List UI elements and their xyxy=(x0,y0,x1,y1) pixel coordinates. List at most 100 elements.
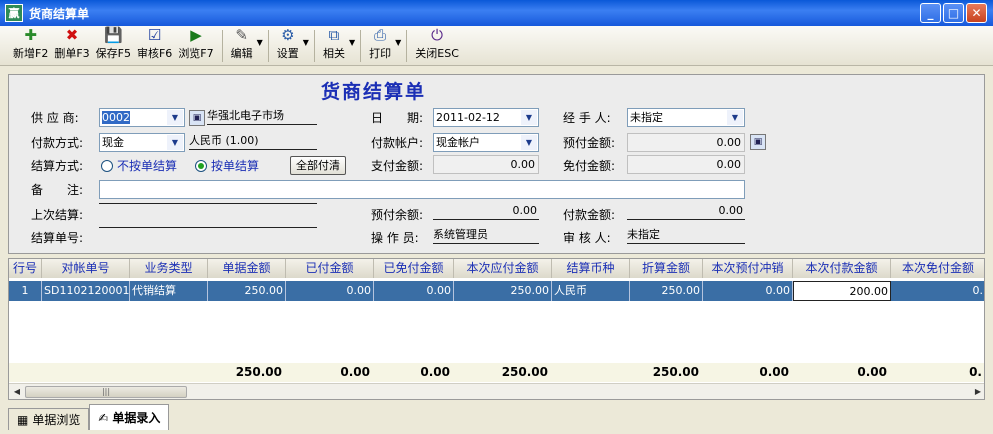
remark-input[interactable] xyxy=(99,180,745,199)
waived-field: 0.00 xyxy=(627,155,745,174)
column-header[interactable]: 已付金额 xyxy=(286,259,374,278)
bottom-tabs: ▦ 单据浏览 ✍ 单据录入 xyxy=(8,404,985,430)
handler-select[interactable]: 未指定 xyxy=(627,108,745,127)
delete-button[interactable]: ✖ 删单F3 xyxy=(51,27,92,65)
operator-label: 操 作 员: xyxy=(371,231,419,245)
browse-button[interactable]: ▶ 浏览F7 xyxy=(175,27,216,65)
edit-button[interactable]: ✎ 编辑 xyxy=(228,27,256,65)
supplier-label: 供 应 商: xyxy=(31,111,79,125)
settings-icon: ⚙ xyxy=(281,26,295,44)
edit-icon: ✎ xyxy=(235,26,248,44)
audit-button[interactable]: ☑ 审核F6 xyxy=(134,27,175,65)
column-header[interactable]: 本次免付金额 xyxy=(891,259,984,278)
date-select[interactable]: 2011-02-12 xyxy=(433,108,539,127)
table-row[interactable]: 1 SD1102120001 代销结算 250.00 0.00 0.00 250… xyxy=(9,281,984,301)
form-title: 货商结算单 xyxy=(321,81,427,103)
prepaid-balance-label: 预付余额: xyxy=(371,208,424,222)
close-window-button[interactable]: ✕ xyxy=(966,3,987,23)
operator-value: 系统管理员 xyxy=(433,227,539,244)
pay-all-button[interactable]: 全部付清 xyxy=(290,156,346,175)
paymethod-select[interactable]: 现金 xyxy=(99,133,185,152)
printer-icon: ⎙ xyxy=(374,26,387,44)
column-header[interactable]: 行号 xyxy=(9,259,42,278)
toolbar: ✚ 新增F2 ✖ 删单F3 💾 保存F5 ☑ 审核F6 ▶ 浏览F7 ✎ 编辑 ▼ ⚙ 设置 … xyxy=(0,26,993,66)
save-button[interactable]: 💾 保存F5 xyxy=(93,27,134,65)
last-settle-label: 上次结算: xyxy=(31,208,84,222)
column-header[interactable]: 折算金额 xyxy=(630,259,703,278)
form-panel: 货商结算单 供 应 商: 0002 ▣ 华强北电子市场 日 期: 2011-02… xyxy=(8,74,985,254)
scroll-thumb[interactable]: ||| xyxy=(25,386,187,398)
grid-icon: ▦ xyxy=(17,412,29,427)
column-header[interactable]: 业务类型 xyxy=(130,259,208,278)
supplier-name: 华强北电子市场 xyxy=(207,108,317,125)
auditor-value: 未指定 xyxy=(627,227,745,244)
browse-icon: ▶ xyxy=(190,26,202,44)
column-header[interactable]: 本次应付金额 xyxy=(454,259,552,278)
payment-amount-value: 0.00 xyxy=(627,203,745,220)
pen-icon: ✍ xyxy=(98,410,109,425)
column-header[interactable]: 单据金额 xyxy=(208,259,286,278)
delete-icon: ✖ xyxy=(65,26,79,44)
payaccount-select[interactable]: 现金帐户 xyxy=(433,133,539,152)
tab-entry[interactable]: ✍ 单据录入 xyxy=(89,404,170,430)
paid-amount-field: 0.00 xyxy=(433,155,539,174)
grid-header: 行号 对帐单号 业务类型 单据金额 已付金额 已免付金额 本次应付金额 结算币种… xyxy=(9,259,984,278)
toolbar-separator xyxy=(313,30,315,62)
waived-label: 免付金额: xyxy=(563,159,616,173)
toolbar-separator xyxy=(267,30,269,62)
save-icon: 💾 xyxy=(103,26,123,44)
settlement-grid: 行号 对帐单号 业务类型 单据金额 已付金额 已免付金额 本次应付金额 结算币种… xyxy=(8,258,985,400)
app-icon: 赢 xyxy=(5,4,23,22)
current-payment-cell-editor[interactable]: 200.00 xyxy=(793,281,891,301)
scroll-right-icon[interactable]: ▶ xyxy=(971,385,984,399)
date-label: 日 期: xyxy=(371,111,424,125)
payaccount-label: 付款帐户: xyxy=(371,136,424,150)
radio-by-doc[interactable]: 按单结算 xyxy=(195,157,259,174)
settings-button[interactable]: ⚙ 设置 xyxy=(274,27,302,65)
scroll-left-icon[interactable]: ◀ xyxy=(10,385,24,399)
close-button[interactable]: ⏻ 关闭ESC xyxy=(412,27,462,65)
toolbar-separator xyxy=(221,30,223,62)
prepaid-balance-value: 0.00 xyxy=(433,203,539,220)
prepaid-field: 0.00 xyxy=(627,133,745,152)
totals-row: 250.00 0.00 0.00 250.00 250.00 0.00 0.00… xyxy=(9,363,984,382)
settle-no-value xyxy=(99,227,317,228)
supplier-code-select[interactable]: 0002 xyxy=(99,108,185,127)
payment-amount-label: 付款金额: xyxy=(563,208,616,222)
prepaid-label: 预付金额: xyxy=(563,136,616,150)
new-button[interactable]: ✚ 新增F2 xyxy=(10,27,51,65)
settle-no-label: 结算单号: xyxy=(31,231,84,245)
last-settle-value xyxy=(99,203,317,204)
paid-amount-label: 支付金额: xyxy=(371,159,424,173)
related-icon: ⧉ xyxy=(328,26,340,44)
minimize-button[interactable]: _ xyxy=(920,3,941,23)
currency-display: 人民币 (1.00) xyxy=(189,133,317,150)
print-dropdown-icon[interactable]: ▼ xyxy=(395,38,401,47)
column-header[interactable]: 本次付款金额 xyxy=(793,259,891,278)
edit-dropdown-icon[interactable]: ▼ xyxy=(257,38,263,47)
tab-browse[interactable]: ▦ 单据浏览 xyxy=(8,408,90,430)
maximize-button[interactable]: □ xyxy=(943,3,964,23)
auditor-label: 审 核 人: xyxy=(563,231,611,245)
prepaid-picker-icon[interactable]: ▣ xyxy=(750,134,766,150)
window-title: 货商结算单 xyxy=(29,6,90,21)
horizontal-scrollbar[interactable]: ◀ ||| ▶ xyxy=(9,383,984,399)
toolbar-separator xyxy=(360,30,362,62)
column-header[interactable]: 本次预付冲销 xyxy=(703,259,793,278)
related-button[interactable]: ⧉ 相关 xyxy=(320,27,348,65)
handler-label: 经 手 人: xyxy=(563,111,611,125)
column-header[interactable]: 已免付金额 xyxy=(374,259,454,278)
print-button[interactable]: ⎙ 打印 xyxy=(366,27,394,65)
paymethod-label: 付款方式: xyxy=(31,136,84,150)
settlemode-label: 结算方式: xyxy=(31,159,84,173)
column-header[interactable]: 结算币种 xyxy=(552,259,630,278)
settings-dropdown-icon[interactable]: ▼ xyxy=(303,38,309,47)
radio-not-by-doc[interactable]: 不按单结算 xyxy=(101,157,177,174)
exit-icon: ⏻ xyxy=(431,26,444,44)
supplier-picker-icon[interactable]: ▣ xyxy=(189,110,205,126)
audit-icon: ☑ xyxy=(147,26,162,44)
window-titlebar: 赢 货商结算单 _ □ ✕ xyxy=(0,0,993,26)
column-header[interactable]: 对帐单号 xyxy=(42,259,130,278)
new-icon: ✚ xyxy=(24,26,37,44)
related-dropdown-icon[interactable]: ▼ xyxy=(349,38,355,47)
